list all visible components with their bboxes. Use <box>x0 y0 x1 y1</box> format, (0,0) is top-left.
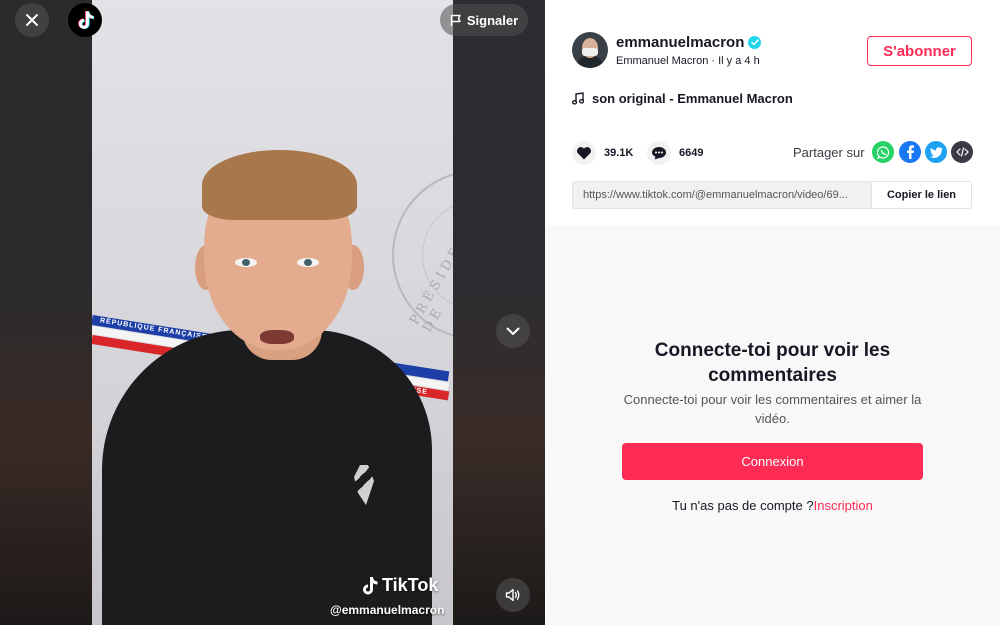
comment-button[interactable]: 6649 <box>647 141 703 165</box>
follow-button[interactable]: S'abonner <box>867 36 972 66</box>
whatsapp-share-icon[interactable] <box>872 141 894 163</box>
share-link-box: https://www.tiktok.com/@emmanuelmacron/v… <box>572 181 972 209</box>
avatar[interactable] <box>572 32 608 68</box>
details-panel: emmanuelmacron Emmanuel Macron · Il y a … <box>545 0 1000 625</box>
comment-count: 6649 <box>679 147 704 159</box>
login-button[interactable]: Connexion <box>622 443 923 480</box>
twitter-share-icon[interactable] <box>925 141 947 163</box>
embed-code-icon[interactable] <box>951 141 973 163</box>
login-prompt-subtitle: Connecte-toi pour voir les commentaires … <box>623 392 922 426</box>
flag-icon <box>450 14 461 26</box>
copy-link-button[interactable]: Copier le lien <box>871 182 971 208</box>
close-icon <box>26 14 38 26</box>
signup-prompt: Tu n'as pas de compte ?Inscription <box>625 498 920 513</box>
share-link-url[interactable]: https://www.tiktok.com/@emmanuelmacron/v… <box>583 189 863 201</box>
author-display-name: Emmanuel Macron <box>616 55 709 67</box>
person-eye <box>297 258 319 267</box>
chevron-down-icon <box>506 327 520 335</box>
person-eye <box>235 258 257 267</box>
video-blur-left <box>0 0 92 625</box>
author-username[interactable]: emmanuelmacron <box>616 34 744 51</box>
video-blur-right <box>453 0 545 625</box>
tiktok-logo-icon <box>78 11 94 30</box>
music-row[interactable]: son original - Emmanuel Macron <box>572 91 793 106</box>
volume-button[interactable] <box>496 578 530 612</box>
music-title: son original - Emmanuel Macron <box>592 91 793 106</box>
tiktok-note-icon <box>363 576 378 594</box>
share-label: Partager sur <box>793 145 865 160</box>
tiktok-watermark: TikTok <box>360 575 438 596</box>
tiktok-logo[interactable] <box>68 3 102 37</box>
person-mouth <box>260 330 294 344</box>
signup-link[interactable]: Inscription <box>814 498 873 513</box>
next-video-button[interactable] <box>496 314 530 348</box>
watermark-brand: TikTok <box>382 575 439 595</box>
heart-icon <box>572 141 596 165</box>
author-username-row[interactable]: emmanuelmacron <box>616 34 762 51</box>
author-subline: Emmanuel Macron · Il y a 4 h <box>616 55 760 67</box>
post-time: Il y a 4 h <box>718 55 760 67</box>
person-hair <box>202 150 357 220</box>
avatar-mask <box>582 48 598 56</box>
video-frame[interactable]: PRÉSIDENCE DE RÉPUBLIQUE FRANÇAISE FRANÇ… <box>92 0 453 625</box>
verified-badge-icon <box>748 36 762 49</box>
volume-icon <box>505 588 520 602</box>
watermark-handle: @emmanuelmacron <box>330 603 445 617</box>
login-prompt-title: Connecte-toi pour voir les commentaires <box>654 340 891 386</box>
like-count: 39.1K <box>604 147 634 159</box>
video-info-section: emmanuelmacron Emmanuel Macron · Il y a … <box>545 0 1000 225</box>
separator: · <box>711 55 716 67</box>
report-button[interactable]: Signaler <box>440 4 528 36</box>
report-label: Signaler <box>466 12 519 28</box>
facebook-share-icon[interactable] <box>899 141 921 163</box>
close-button[interactable] <box>15 3 49 37</box>
comment-icon <box>647 141 671 165</box>
video-player[interactable]: PRÉSIDENCE DE RÉPUBLIQUE FRANÇAISE FRANÇ… <box>0 0 545 625</box>
like-button[interactable]: 39.1K <box>572 141 633 165</box>
signup-prompt-text: Tu n'as pas de compte ? <box>672 498 814 513</box>
music-note-icon <box>572 92 584 105</box>
